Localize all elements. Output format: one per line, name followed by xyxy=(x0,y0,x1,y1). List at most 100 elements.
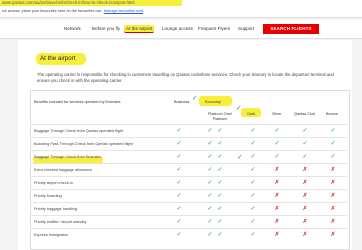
address-bar[interactable]: www.qantas.com/au/en/travel-info/check-i… xyxy=(0,0,362,8)
cross-icon: ✗ xyxy=(330,206,336,212)
check-icon: ✓ xyxy=(176,167,182,173)
check-icon: ✓ xyxy=(217,232,223,238)
cross-icon: ✗ xyxy=(274,232,280,238)
cross-icon: ✗ xyxy=(330,167,336,173)
check-icon: ✓ xyxy=(207,128,213,134)
annotation-check-icon: ✓ xyxy=(237,154,243,161)
table-row: Extra checked baggage allowance ✓ ✓ ✓ ✓ ✗ ✗ ✗ xyxy=(31,163,347,177)
check-icon: ✓ xyxy=(250,206,256,212)
site-navigation: Network Before you fly At the airport Lo… xyxy=(0,20,362,39)
table-row: Express immigration ✓ ✓ ✓ ✓ ✗ ✗ ✗ xyxy=(31,228,347,242)
check-icon: ✓ xyxy=(176,232,182,238)
search-flights-button[interactable]: SEARCH FLIGHTS xyxy=(263,24,319,34)
check-icon: ✓ xyxy=(302,141,308,147)
row-label: Baggage Through Check from Qantas operat… xyxy=(34,129,124,133)
cross-icon: ✗ xyxy=(302,193,308,199)
check-icon: ✓ xyxy=(207,232,213,238)
check-icon: ✓ xyxy=(274,141,280,147)
check-icon: ✓ xyxy=(217,193,223,199)
col-business: Business xyxy=(174,100,190,104)
favorites-prompt-text: ick access, place your favourites here o… xyxy=(2,9,102,13)
table-row: Priority baggage handling ✓ ✓ ✓ ✓ ✗ ✗ ✗ xyxy=(31,202,347,216)
check-icon: ✓ xyxy=(207,180,213,186)
page-title: At the airport xyxy=(40,55,76,62)
nav-support[interactable]: Support xyxy=(238,26,254,31)
table-row: Priority boarding ✓ ✓ ✓ ✓ ✗ ✗ ✗ xyxy=(31,189,347,203)
url-text[interactable]: www.qantas.com/au/en/travel-info/check-i… xyxy=(2,0,134,6)
favorites-prompt: ick access, place your favourites here o… xyxy=(2,9,143,13)
check-icon: ✓ xyxy=(274,128,280,134)
check-icon: ✓ xyxy=(217,167,223,173)
cross-icon: ✗ xyxy=(302,219,308,225)
check-icon: ✓ xyxy=(274,154,280,160)
check-icon: ✓ xyxy=(176,206,182,212)
check-icon: ✓ xyxy=(302,154,308,160)
nav-network[interactable]: Network xyxy=(64,26,81,31)
col-gold: Gold xyxy=(247,112,256,116)
check-icon: ✓ xyxy=(217,141,223,147)
row-label: Extra checked baggage allowance xyxy=(34,168,92,172)
row-label: Priority waitlist / airport standby xyxy=(34,220,87,224)
check-icon: ✓ xyxy=(176,193,182,199)
col-bronze: Bronze xyxy=(326,112,339,116)
table-row: Baggage Through Check from Qantas operat… xyxy=(31,124,347,138)
cross-icon: ✗ xyxy=(274,193,280,199)
row-label: Baggage Through Check from Emirates xyxy=(34,155,101,159)
cross-icon: ✗ xyxy=(274,180,280,186)
check-icon: ✓ xyxy=(217,180,223,186)
col-silver: Silver xyxy=(272,112,282,116)
check-icon: ✓ xyxy=(176,141,182,147)
table-row: Priority airport check-in ✓ ✓ ✓ ✓ ✗ ✗ ✗ xyxy=(31,176,347,190)
check-icon: ✓ xyxy=(207,154,213,160)
check-icon: ✓ xyxy=(250,167,256,173)
table-row: Baggage Through Check from Emirates ✓ ✓ ✓ ✓ ✓… xyxy=(31,150,347,164)
nav-before-you-fly[interactable]: Before you fly xyxy=(92,26,120,31)
check-icon: ✓ xyxy=(330,154,336,160)
cross-icon: ✗ xyxy=(330,193,336,199)
row-label: Priority airport check-in xyxy=(34,181,73,185)
check-icon: ✓ xyxy=(207,219,213,225)
cross-icon: ✗ xyxy=(274,167,280,173)
nav-at-the-airport[interactable]: At the airport xyxy=(124,25,155,33)
cross-icon: ✗ xyxy=(302,180,308,186)
cross-icon: ✗ xyxy=(330,232,336,238)
cross-icon: ✗ xyxy=(274,206,280,212)
check-icon: ✓ xyxy=(176,154,182,160)
check-icon: ✓ xyxy=(250,232,256,238)
manage-favourites-link[interactable]: Manage favourites now xyxy=(104,9,143,13)
check-icon: ✓ xyxy=(176,180,182,186)
nav-frequent-flyers[interactable]: Frequent Flyers xyxy=(198,26,230,31)
check-icon: ✓ xyxy=(207,167,213,173)
cross-icon: ✗ xyxy=(274,219,280,225)
col-economy: Economy xyxy=(205,100,221,104)
cross-icon: ✗ xyxy=(302,206,308,212)
check-icon: ✓ xyxy=(302,128,308,134)
table-header-label: Benefits included for services operated … xyxy=(34,100,121,104)
row-label: Express immigration xyxy=(34,233,69,237)
col-qantas-club: Qantas Club xyxy=(294,112,316,116)
check-icon: ✓ xyxy=(250,154,256,160)
row-label: Priority boarding xyxy=(34,194,62,198)
row-label: Boarding Pass Through Check from Qantas … xyxy=(34,142,133,146)
check-icon: ✓ xyxy=(250,193,256,199)
check-icon: ✓ xyxy=(207,193,213,199)
check-icon: ✓ xyxy=(330,128,336,134)
cross-icon: ✗ xyxy=(330,180,336,186)
table-row: Boarding Pass Through Check from Qantas … xyxy=(31,137,347,151)
cross-icon: ✗ xyxy=(302,232,308,238)
check-icon: ✓ xyxy=(250,128,256,134)
annotation-check-icon: ✓ xyxy=(236,105,242,112)
check-icon: ✓ xyxy=(250,219,256,225)
col-platinum: Platinum One/ Platinum xyxy=(207,112,233,121)
favorites-bar: ick access, place your favourites here o… xyxy=(0,8,362,18)
check-icon: ✓ xyxy=(330,141,336,147)
check-icon: ✓ xyxy=(217,206,223,212)
check-icon: ✓ xyxy=(217,154,223,160)
page-description: The operating carrier is responsible for… xyxy=(37,72,334,84)
annotation-check-icon: ✓ xyxy=(192,95,198,102)
check-icon: ✓ xyxy=(207,141,213,147)
row-label: Priority baggage handling xyxy=(34,207,78,211)
cross-icon: ✗ xyxy=(330,219,336,225)
check-icon: ✓ xyxy=(217,219,223,225)
nav-lounge-access[interactable]: Lounge access xyxy=(162,26,193,31)
